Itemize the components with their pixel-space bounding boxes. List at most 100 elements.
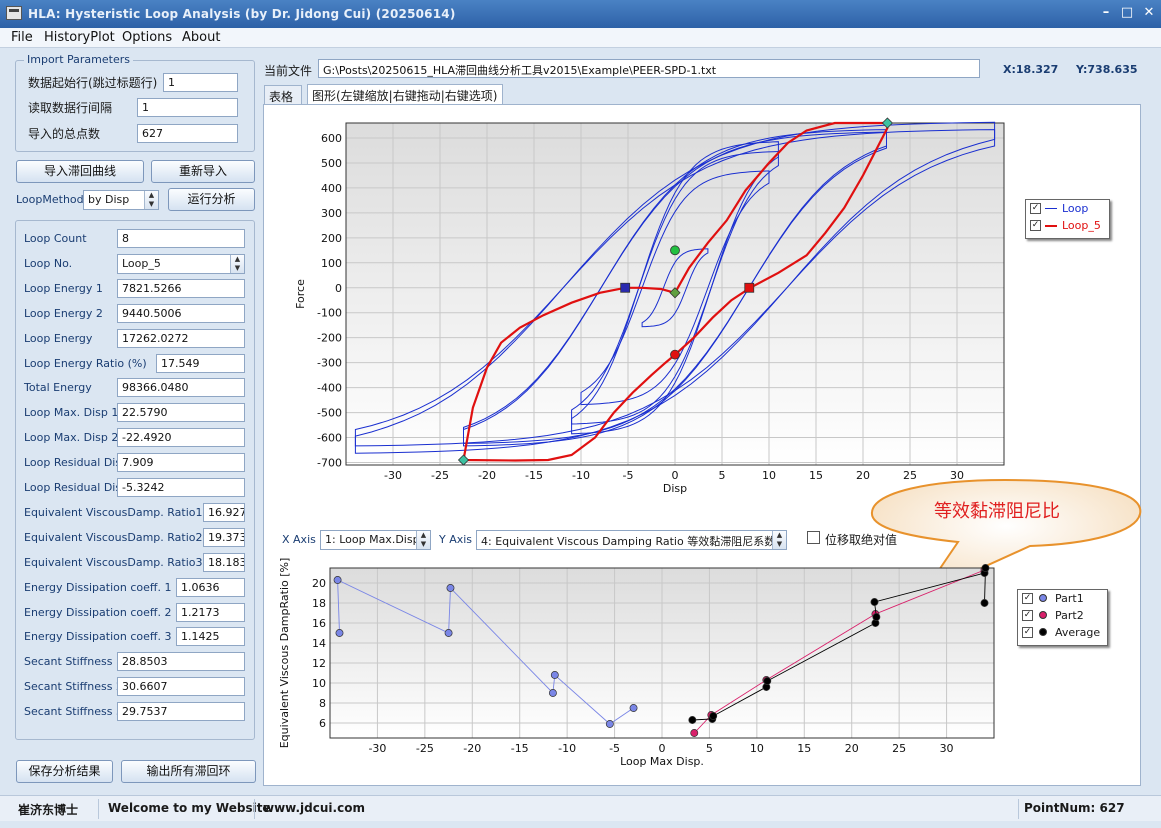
menu-about[interactable]: About (182, 30, 220, 45)
damping-ratio-chart[interactable]: -30 -25 -20 -15 -10 -5 0 5 10 15 20 25 30 6 8 10 12 14 16 1… (264, 548, 1140, 784)
spin-arrows-icon[interactable]: ▲ ▼ (144, 191, 158, 209)
title-bar[interactable]: HLA: Hysteristic Loop Analysis (by Dr. J… (0, 0, 1161, 28)
result-value-field[interactable]: 17.549 (156, 353, 245, 373)
result-value-field[interactable]: 1.2173 (176, 602, 245, 622)
y-tick-label: 8 (319, 697, 326, 710)
y-tick-label: -700 (317, 457, 342, 470)
y-axis-select[interactable]: 4: Equivalent Viscous Damping Ratio 等效黏滞… (476, 530, 787, 550)
loop-method-label: LoopMethod (16, 193, 84, 206)
x-tick-label: -15 (525, 469, 543, 482)
y-tick-label: -300 (317, 357, 342, 370)
legend-item-part2[interactable]: ✓ Part2 (1018, 607, 1107, 624)
import-loop-button[interactable]: 导入滞回曲线 (16, 160, 144, 183)
tab-graph[interactable]: 图形(左键缩放|右键拖动|右键选项) (307, 84, 503, 105)
x-tick-label: 30 (940, 742, 954, 755)
checkbox-checked-icon[interactable]: ✓ (1022, 627, 1033, 638)
data-point-average (688, 716, 697, 724)
checkbox-checked-icon[interactable]: ✓ (1022, 593, 1033, 604)
spin-arrows-icon[interactable]: ▲ ▼ (416, 531, 430, 549)
legend-marker (1039, 611, 1047, 619)
status-separator (1018, 799, 1019, 819)
spin-arrows-icon[interactable]: ▲ ▼ (772, 531, 786, 549)
checkbox-checked-icon[interactable]: ✓ (1030, 203, 1041, 214)
result-label: Equivalent ViscousDamp. Ratio1 (%) (24, 505, 226, 519)
result-value-field[interactable]: 1.1425 (176, 627, 245, 647)
loop-method-select[interactable]: by Disp ▲ ▼ (83, 190, 159, 210)
result-value-field[interactable]: 22.5790 (117, 403, 245, 423)
x-tick-label: 10 (762, 469, 776, 482)
y-tick-label: 300 (321, 207, 342, 220)
result-value-field[interactable]: 29.7537 (117, 702, 245, 722)
result-value-field[interactable]: 30.6607 (117, 677, 245, 697)
abs-disp-checkbox[interactable] (807, 531, 820, 544)
status-separator (98, 799, 99, 819)
x-tick-label: 15 (809, 469, 823, 482)
result-value-field[interactable]: 19.373 (203, 527, 245, 547)
loop-number-select[interactable]: Loop_5 ▲ ▼ (117, 253, 245, 274)
total-points-label: 导入的总点数 (28, 127, 101, 141)
menu-options[interactable]: Options (122, 30, 172, 45)
result-label: Energy Dissipation coeff. 3 (24, 630, 172, 644)
data-point-part2 (690, 729, 699, 737)
legend-label-average: Average (1055, 626, 1101, 639)
result-value-field[interactable]: -5.3242 (117, 478, 245, 497)
menu-historyplot[interactable]: HistoryPlot (44, 30, 115, 45)
result-value-field[interactable]: 98366.0480 (117, 378, 245, 398)
data-point-part1 (333, 576, 342, 584)
checkbox-checked-icon[interactable]: ✓ (1030, 220, 1041, 231)
reimport-button[interactable]: 重新导入 (151, 160, 255, 183)
run-analysis-button[interactable]: 运行分析 (168, 188, 255, 211)
y-tick-label: 18 (312, 597, 326, 610)
result-value-field[interactable]: 9440.5006 (117, 303, 245, 323)
start-row-input[interactable]: 1 (163, 73, 238, 92)
legend-swatch (1045, 225, 1057, 227)
data-point-average (763, 677, 772, 685)
x-axis-value: 1: Loop Max.Disp (325, 533, 420, 546)
menu-bar: File HistoryPlot Options About (0, 28, 1161, 48)
loop-marker-square (744, 282, 755, 293)
result-value-field[interactable]: 7.909 (117, 453, 245, 473)
interval-input[interactable]: 1 (137, 98, 238, 117)
close-button[interactable]: ✕ (1139, 4, 1159, 22)
status-website[interactable]: www.jdcui.com (263, 801, 365, 815)
start-row-label: 数据起始行(跳过标题行) (28, 76, 158, 90)
result-value-field[interactable]: 8 (117, 229, 245, 248)
result-value-field[interactable]: 28.8503 (117, 652, 245, 672)
result-label: Energy Dissipation coeff. 2 (24, 605, 172, 619)
minimize-button[interactable]: – (1096, 4, 1116, 22)
file-path-field[interactable]: G:\Posts\20250615_HLA滞回曲线分析工具v2015\Examp… (318, 59, 980, 78)
tab-table[interactable]: 表格 (264, 85, 302, 105)
data-point-part1 (605, 720, 614, 728)
checkbox-checked-icon[interactable]: ✓ (1022, 610, 1033, 621)
status-welcome: Welcome to my Website (108, 801, 271, 815)
export-loops-button[interactable]: 输出所有滞回环 (121, 760, 256, 783)
result-value-field[interactable]: 17262.0272 (117, 328, 245, 348)
result-label: Secant Stiffness 3 (24, 705, 123, 719)
x-axis-select[interactable]: 1: Loop Max.Disp ▲ ▼ (320, 530, 431, 550)
total-points-input[interactable]: 627 (137, 124, 238, 143)
result-value-field[interactable]: 18.183 (203, 552, 245, 572)
x-tick-label: 25 (892, 742, 906, 755)
result-value-field[interactable]: 16.927 (203, 502, 245, 522)
save-results-button[interactable]: 保存分析结果 (16, 760, 113, 783)
current-file-label: 当前文件 (264, 64, 313, 78)
legend-item-average[interactable]: ✓ Average (1018, 624, 1107, 641)
abs-disp-label: 位移取绝对值 (825, 533, 898, 547)
spin-arrows-icon[interactable]: ▲ ▼ (230, 254, 244, 273)
y-tick-label: 100 (321, 257, 342, 270)
legend-label-loop: Loop (1062, 202, 1089, 215)
legend-item-loop5[interactable]: ✓ Loop_5 (1026, 217, 1109, 234)
result-value-field[interactable]: -22.4920 (117, 428, 245, 448)
app-icon (6, 6, 22, 20)
legend-item-loop[interactable]: ✓ Loop (1026, 200, 1109, 217)
result-value-field[interactable]: 1.0636 (176, 577, 245, 597)
menu-file[interactable]: File (11, 30, 33, 45)
data-point-average (872, 613, 881, 621)
y-axis-title: Equivalent Viscous DampRatio [%] (278, 558, 291, 749)
hysteresis-chart[interactable]: -30 -25 -20 -15 -10 -5 0 5 10 15 20 25 30-700-600-50… (264, 105, 1140, 525)
legend-item-part1[interactable]: ✓ Part1 (1018, 590, 1107, 607)
legend-marker (1039, 628, 1047, 636)
result-value-field[interactable]: 7821.5266 (117, 278, 245, 298)
data-point-average (870, 598, 879, 606)
maximize-button[interactable]: □ (1117, 4, 1137, 22)
